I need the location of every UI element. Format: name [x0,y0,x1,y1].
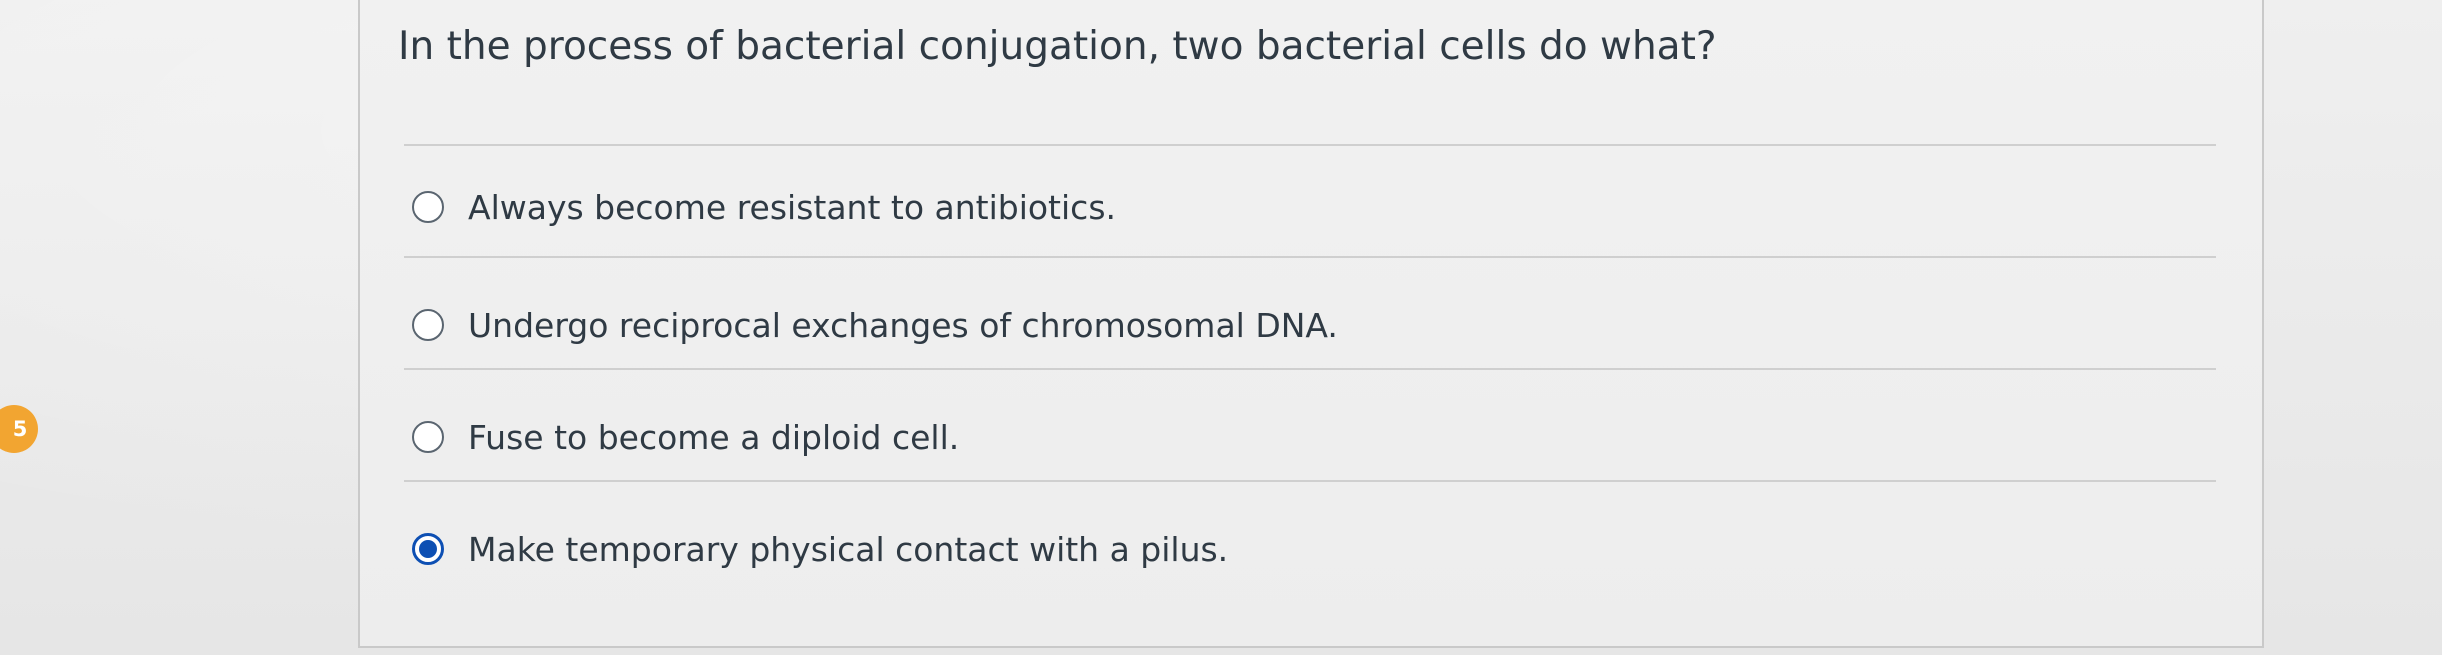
question-card: In the process of bacterial conjugation,… [358,0,2264,648]
answer-divider [404,480,2216,482]
question-number: 5 [12,417,28,441]
answer-option-2[interactable]: Undergo reciprocal exchanges of chromoso… [412,300,1338,350]
answer-option-4[interactable]: Make temporary physical contact with a p… [412,524,1228,574]
radio-empty-icon[interactable] [412,191,444,223]
answer-label: Fuse to become a diploid cell. [468,417,960,457]
question-text: In the process of bacterial conjugation,… [398,24,1717,69]
answer-label: Make temporary physical contact with a p… [468,529,1229,569]
answer-label: Undergo reciprocal exchanges of chromoso… [468,305,1338,345]
answer-label: Always become resistant to antibiotics. [468,187,1116,227]
answer-option-3[interactable]: Fuse to become a diploid cell. [412,412,959,462]
answer-divider [404,256,2216,258]
radio-empty-icon[interactable] [412,421,444,453]
answer-option-1[interactable]: Always become resistant to antibiotics. [412,182,1116,232]
radio-dot-icon [419,540,437,558]
radio-empty-icon[interactable] [412,309,444,341]
radio-selected-icon[interactable] [412,533,444,565]
question-divider [404,144,2216,146]
answer-divider [404,368,2216,370]
